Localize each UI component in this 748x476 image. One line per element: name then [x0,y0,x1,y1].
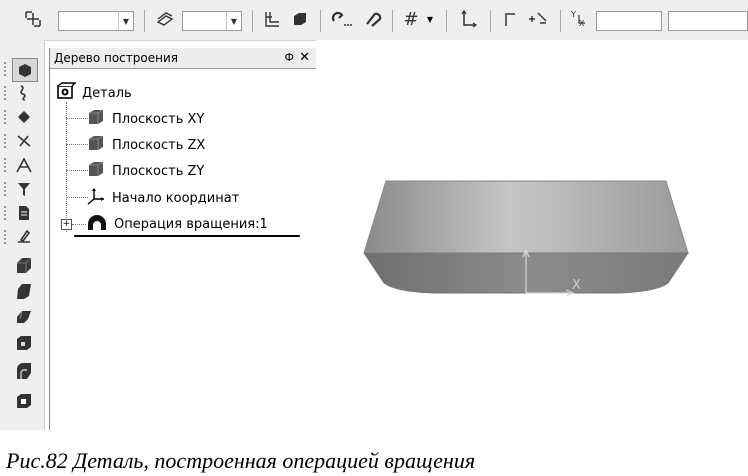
tree-header: Дерево построения Ф ✕ [50,48,316,69]
grip [4,206,10,220]
grip [4,110,10,124]
plane-icon [86,134,106,156]
selection-underline [74,235,300,237]
separator [320,10,321,32]
shell-icon[interactable] [12,390,36,412]
x-axis-label: X [572,278,581,293]
grip [4,62,10,76]
tree-item-plane-zx[interactable]: Плоскость ZX [86,134,205,156]
tree-item-label: Плоскость ZX [112,137,206,153]
main-toolbar: ▼ ▼ # ▼ YX [0,0,748,41]
grip [4,158,10,172]
tree-title: Дерево построения [54,51,178,65]
edit-icon[interactable] [12,226,36,248]
separator [446,10,447,32]
revolve-icon [86,212,108,236]
plane-icon [86,160,106,182]
left-toolbar [0,40,45,430]
document-icon[interactable] [12,202,36,224]
corner-icon[interactable] [498,6,522,32]
plane-icon [86,108,106,130]
separator [392,10,393,32]
grip [4,86,10,100]
expand-toggle[interactable]: + [61,219,72,230]
tree-root-label: Деталь [82,85,132,101]
build-tree-panel: Дерево построения Ф ✕ Деталь Плоскость X… [49,48,317,430]
axis-icon[interactable] [456,6,482,32]
x-coordinate-field[interactable] [596,11,662,31]
tree-item-plane-zy[interactable]: Плоскость ZY [86,160,204,182]
solid-icon[interactable] [288,6,312,32]
coordinates-icon[interactable]: YX [566,6,592,32]
fillet-icon[interactable] [12,360,36,382]
part-icon [56,82,77,104]
tree-connector [66,102,67,232]
svg-text:Y: Y [570,10,576,19]
separator [252,10,253,32]
tree-item-label: Операция вращения:1 [114,216,268,232]
layer-combo[interactable]: ▼ [182,11,242,31]
figure-caption: Рис.82 Деталь, построенная операцией вра… [6,448,476,473]
chevron-down-icon[interactable]: ▼ [226,12,241,30]
tree-item-origin[interactable]: Начало координат [86,187,239,209]
magnet-alt-icon[interactable] [360,6,386,32]
snap-icon[interactable] [20,6,46,32]
pin-icon[interactable]: Ф [285,51,294,64]
surface-icon[interactable] [12,106,36,128]
curve-icon[interactable] [12,82,36,104]
grid-lines-icon[interactable] [260,6,284,32]
tree-connector [66,144,88,145]
extrude-icon[interactable] [12,254,36,276]
tree-connector [66,170,88,171]
measure-icon[interactable] [12,130,36,152]
revolved-part-upper [363,180,689,254]
tree-root-part[interactable]: Деталь [56,82,132,104]
filter-icon[interactable] [12,178,36,200]
model-viewport[interactable]: X [316,40,748,430]
tree-connector [72,224,86,225]
tree-item-label: Плоскость XY [112,111,205,127]
grip [4,230,10,244]
tree-item-label: Плоскость ZY [112,163,205,179]
tree-connector [66,118,88,119]
separator [560,10,561,32]
snap-point-icon[interactable] [524,6,550,32]
part-mode-icon[interactable] [12,58,38,82]
chevron-down-icon[interactable]: ▼ [424,6,436,32]
style-combo[interactable]: ▼ [58,11,134,31]
close-icon[interactable]: ✕ [299,50,310,65]
grip [4,134,10,148]
grip [4,182,10,196]
tree-item-plane-xy[interactable]: Плоскость XY [86,108,204,130]
loft-icon[interactable] [12,306,36,328]
model-view [363,180,689,297]
tree-connector [66,197,88,198]
separator [490,10,491,32]
cut-icon[interactable] [12,332,36,354]
chevron-down-icon[interactable]: ▼ [118,12,133,30]
y-coordinate-field[interactable] [668,11,748,31]
revolve-tool-icon[interactable] [12,280,36,302]
sketch-icon[interactable] [12,154,36,176]
tree-item-revolve[interactable]: Операция вращения:1 [86,212,268,236]
origin-icon [86,187,106,209]
separator [144,10,145,32]
grid-icon[interactable]: # [400,6,422,32]
layers-icon[interactable] [152,6,178,32]
tree-item-label: Начало координат [112,190,240,206]
magnet-icon[interactable] [328,6,356,32]
